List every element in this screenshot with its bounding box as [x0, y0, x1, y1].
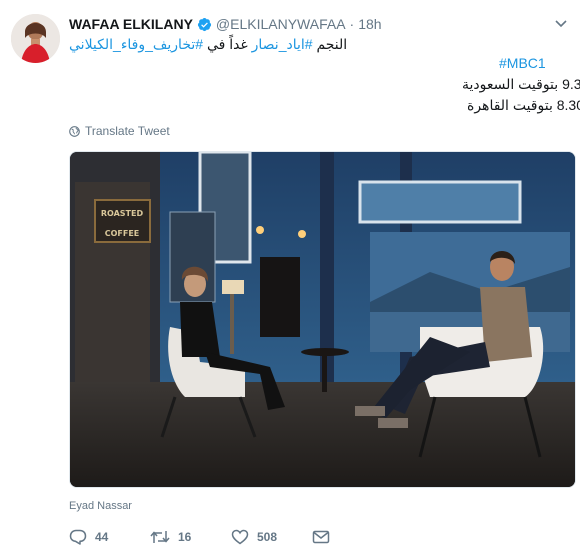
tweet-line-3: 9.30 بتوقيت السعودية	[462, 76, 580, 92]
reply-icon	[69, 529, 87, 545]
retweet-count: 16	[178, 530, 192, 544]
retweet-icon	[150, 531, 170, 543]
globe-icon	[69, 125, 80, 137]
reply-count: 44	[95, 530, 109, 544]
tweet-photo[interactable]: ROASTED COFFEE	[69, 151, 576, 488]
hashtag-eyad-nassar[interactable]: #اياد_نصار	[252, 36, 313, 52]
chevron-down-icon[interactable]	[554, 16, 568, 30]
author-handle[interactable]: @ELKILANYWAFAA	[216, 16, 346, 32]
reply-button[interactable]: 44	[69, 529, 108, 545]
svg-text:COFFEE: COFFEE	[105, 229, 140, 238]
like-count: 508	[257, 530, 278, 544]
timestamp[interactable]: 18h	[358, 16, 381, 32]
avatar[interactable]	[11, 14, 60, 63]
like-button[interactable]: 508	[231, 529, 277, 545]
tweet[interactable]: WAFAA ELKILANY @ELKILANYWAFAA · 18h النج…	[0, 0, 580, 548]
direct-message-button[interactable]	[312, 530, 338, 544]
heart-icon	[231, 529, 249, 545]
tweet-line-2: #MBC1	[499, 54, 546, 73]
translate-tweet-link[interactable]: Translate Tweet	[69, 124, 170, 138]
retweet-button[interactable]: 16	[150, 529, 191, 545]
hashtag-mbc1[interactable]: #MBC1	[499, 55, 546, 71]
tweet-header: WAFAA ELKILANY @ELKILANYWAFAA · 18h	[69, 14, 382, 34]
hashtag-takharif-wafaa[interactable]: #تخاريف_وفاء_الكيلاني	[69, 36, 203, 52]
tweet-text-mid: غداً في	[206, 36, 248, 52]
tweet-text-prefix: النجم	[316, 36, 348, 52]
separator-dot: ·	[349, 16, 355, 32]
envelope-icon	[312, 530, 330, 544]
author-name[interactable]: WAFAA ELKILANY	[69, 16, 193, 32]
svg-text:ROASTED: ROASTED	[101, 209, 144, 218]
photo-caption[interactable]: Eyad Nassar	[69, 500, 132, 512]
tweet-line-1: النجم #اياد_نصار غداً في #تخاريف_وفاء_ال…	[69, 35, 347, 54]
tweet-line-4: 8.30 بتوقيت القاهرة	[467, 97, 580, 113]
verified-badge-icon	[197, 17, 212, 32]
translate-label: Translate Tweet	[85, 124, 170, 138]
